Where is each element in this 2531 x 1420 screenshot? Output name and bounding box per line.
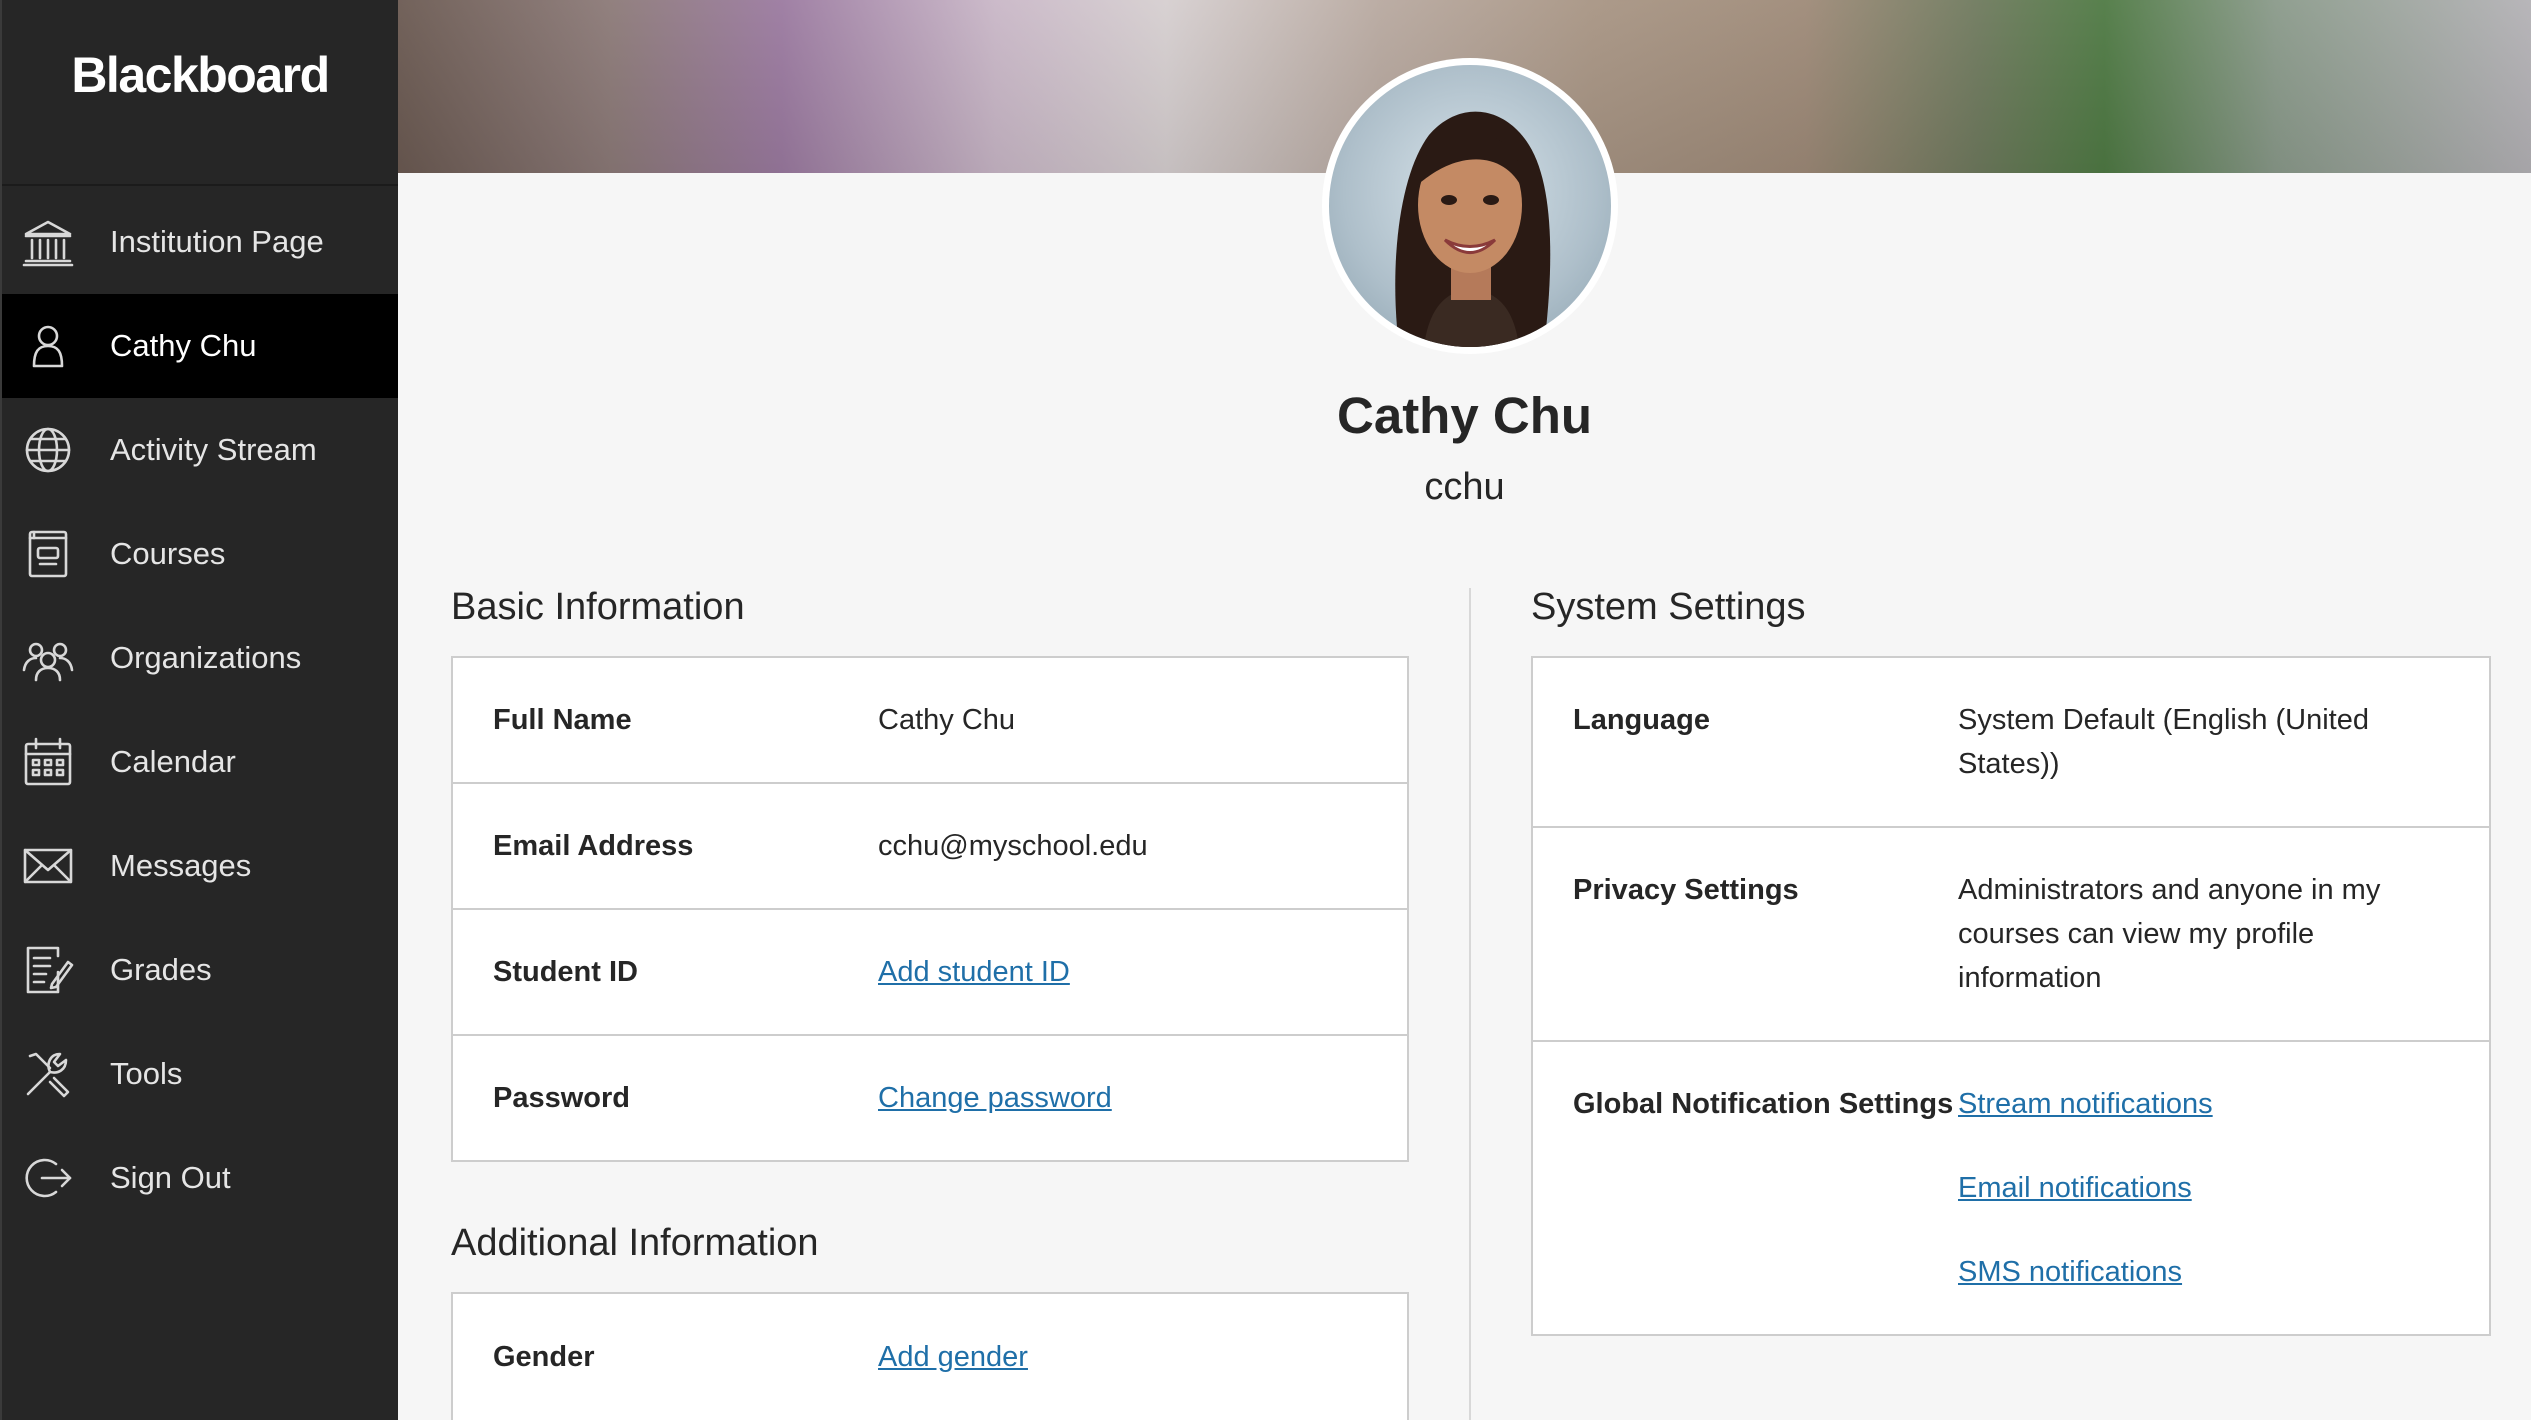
sidebar-item-label: Calendar [110, 744, 236, 779]
add-student-id-link[interactable]: Add student ID [878, 950, 1070, 994]
institution-icon [20, 214, 76, 270]
sidebar-item-label: Messages [110, 848, 252, 883]
user-icon [20, 318, 76, 374]
globe-icon [20, 422, 76, 478]
blackboard-logo: Blackboard [2, 0, 398, 186]
language-value: System Default (English (United States)) [1958, 704, 2369, 780]
sidebar-item-label: Grades [110, 952, 212, 987]
organizations-icon [20, 630, 76, 686]
notifications-row: Global Notification Settings Stream noti… [1533, 1042, 2489, 1332]
sms-notifications-link[interactable]: SMS notifications [1958, 1250, 2213, 1294]
sign-out-icon [20, 1150, 76, 1206]
sidebar-item-label: Organizations [110, 640, 302, 675]
sidebar-item-label: Tools [110, 1056, 183, 1091]
system-settings-heading: System Settings [1531, 586, 1806, 628]
additional-information-heading: Additional Information [451, 1222, 819, 1264]
envelope-icon [20, 838, 76, 894]
student-id-label: Student ID [493, 955, 638, 988]
add-gender-link[interactable]: Add gender [878, 1335, 1028, 1379]
sidebar-item-courses[interactable]: Courses [2, 502, 398, 606]
additional-information-card: Gender Add gender [451, 1292, 1409, 1420]
email-value: cchu@myschool.edu [878, 830, 1148, 862]
courses-icon [20, 526, 76, 582]
profile-name: Cathy Chu [1337, 387, 1592, 444]
sidebar-item-label: Sign Out [110, 1160, 231, 1195]
gender-row: Gender Add gender [453, 1294, 1407, 1420]
tools-icon [20, 1046, 76, 1102]
basic-information-card: Full Name Cathy Chu Email Address cchu@m… [451, 656, 1409, 1162]
sidebar: Blackboard Institution Page Cathy Chu Ac… [0, 0, 398, 1420]
email-notifications-link[interactable]: Email notifications [1958, 1166, 2213, 1210]
password-label: Password [493, 1081, 630, 1114]
system-settings-card: Language System Default (English (United… [1531, 656, 2491, 1336]
language-row: Language System Default (English (United… [1533, 658, 2489, 828]
sidebar-item-profile[interactable]: Cathy Chu [2, 294, 398, 398]
language-label: Language [1573, 704, 1710, 736]
gender-label: Gender [493, 1340, 595, 1373]
sidebar-item-sign-out[interactable]: Sign Out [2, 1126, 398, 1230]
sidebar-item-calendar[interactable]: Calendar [2, 710, 398, 814]
basic-information-heading: Basic Information [451, 586, 745, 628]
notifications-label: Global Notification Settings [1573, 1088, 1954, 1120]
full-name-value: Cathy Chu [878, 704, 1016, 736]
grades-icon [20, 942, 76, 998]
profile-username: cchu [1424, 466, 1505, 508]
email-label: Email Address [493, 829, 694, 862]
privacy-label: Privacy Settings [1573, 874, 1799, 906]
password-row: Password Change password [453, 1036, 1407, 1160]
sidebar-item-label: Cathy Chu [110, 328, 257, 363]
stream-notifications-link[interactable]: Stream notifications [1958, 1082, 2213, 1126]
full-name-label: Full Name [493, 703, 632, 736]
full-name-row: Full Name Cathy Chu [453, 658, 1407, 784]
student-id-row: Student ID Add student ID [453, 910, 1407, 1036]
sidebar-item-institution-page[interactable]: Institution Page [2, 190, 398, 294]
sidebar-item-tools[interactable]: Tools [2, 1022, 398, 1126]
column-divider [1469, 588, 1471, 1420]
sidebar-item-messages[interactable]: Messages [2, 814, 398, 918]
calendar-icon [20, 734, 76, 790]
notification-links: Stream notifications Email notifications… [1958, 1082, 2213, 1332]
sidebar-item-grades[interactable]: Grades [2, 918, 398, 1022]
sidebar-item-activity-stream[interactable]: Activity Stream [2, 398, 398, 502]
profile-photo [1329, 65, 1611, 347]
sidebar-item-organizations[interactable]: Organizations [2, 606, 398, 710]
avatar[interactable] [1322, 58, 1618, 354]
sidebar-item-label: Activity Stream [110, 432, 317, 467]
privacy-row: Privacy Settings Administrators and anyo… [1533, 828, 2489, 1042]
privacy-value: Administrators and anyone in my courses … [1958, 874, 2381, 994]
sidebar-nav: Institution Page Cathy Chu Activity Stre… [2, 190, 398, 1230]
sidebar-item-label: Institution Page [110, 224, 324, 259]
sidebar-item-label: Courses [110, 536, 226, 571]
email-row: Email Address cchu@myschool.edu [453, 784, 1407, 910]
change-password-link[interactable]: Change password [878, 1076, 1112, 1120]
